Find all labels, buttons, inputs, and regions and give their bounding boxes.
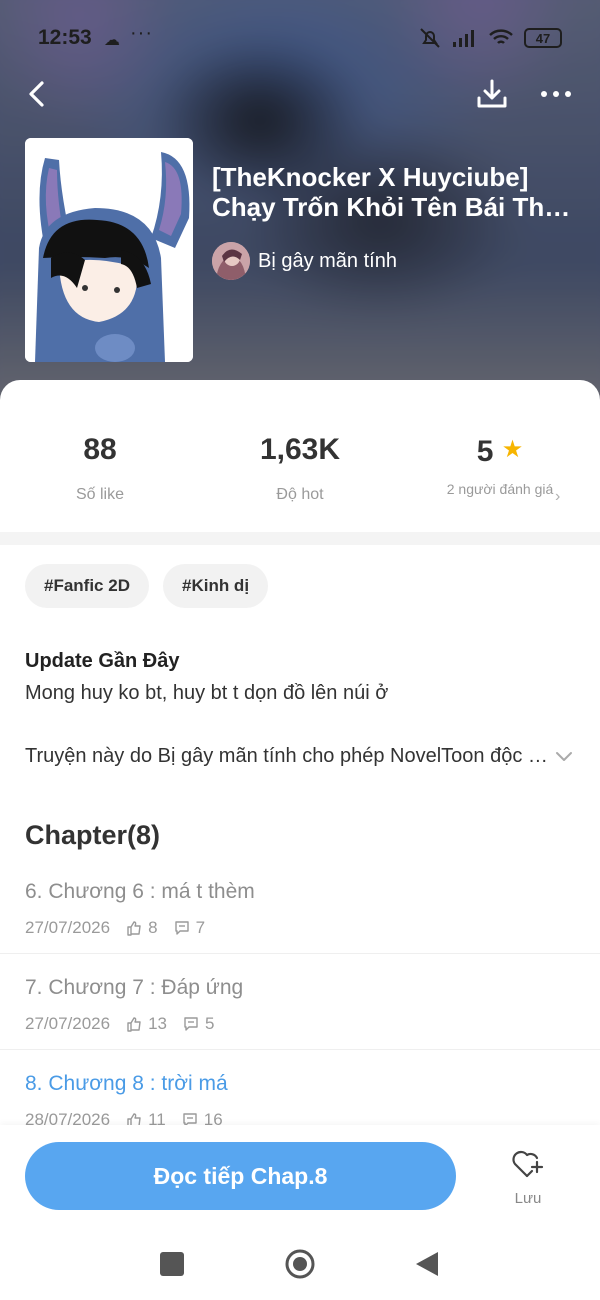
chapter-likes: 13 xyxy=(148,1014,168,1033)
tag-list: #Fanfic 2D #Kinh dị xyxy=(25,564,269,608)
chapter-comments: 7 xyxy=(195,918,206,937)
author-avatar xyxy=(212,242,250,280)
book-stats: 88 Số like 1,63K Độ hot 5 ★ 2 người đánh… xyxy=(0,430,600,530)
mute-icon xyxy=(420,28,440,48)
continue-reading-button[interactable]: Đọc tiếp Chap.8 xyxy=(25,1142,456,1210)
like-icon xyxy=(127,921,141,936)
chapter-title: 7. Chương 7 : Đáp ứng xyxy=(25,976,244,999)
book-title-line-1: [TheKnocker X Huyciube] xyxy=(212,162,529,192)
cloud-icon: ☁ xyxy=(104,32,120,49)
chevron-right-icon[interactable]: › xyxy=(555,488,560,506)
tag-kinh-di[interactable]: #Kinh dị xyxy=(162,564,269,608)
chapter-date: 27/07/2026 xyxy=(25,1014,111,1033)
author-link[interactable]: Bị gây mãn tính xyxy=(212,242,397,280)
comment-icon xyxy=(184,1017,198,1031)
chapter-likes: 8 xyxy=(148,918,158,937)
more-options-icon[interactable] xyxy=(538,78,574,110)
rating-value: 5 xyxy=(476,435,494,468)
nav-back-icon[interactable] xyxy=(414,1250,440,1278)
license-text[interactable]: Truyện này do Bị gây mãn tính cho phép N… xyxy=(25,745,550,768)
save-button[interactable]: Lưu xyxy=(500,1149,556,1207)
section-divider xyxy=(0,532,600,545)
chapter-date: 27/07/2026 xyxy=(25,918,111,937)
hot-stat: 1,63K Độ hot xyxy=(200,430,400,504)
battery-icon: 47 xyxy=(524,28,562,48)
download-icon[interactable] xyxy=(474,76,510,112)
comment-icon xyxy=(174,921,189,935)
chapter-list-header: Chapter(8) xyxy=(25,820,161,850)
home-icon[interactable] xyxy=(284,1248,316,1280)
author-name: Bị gây mãn tính xyxy=(258,249,397,272)
recent-update-title: Update Gần Đây xyxy=(25,650,180,672)
chapter-title: 8. Chương 8 : trời má xyxy=(25,1072,228,1095)
likes-count: 88 xyxy=(83,433,117,466)
rating-count-label: 2 người đánh giá xyxy=(446,481,554,497)
signal-icon xyxy=(453,30,474,47)
back-arrow-icon[interactable] xyxy=(22,78,54,110)
recent-apps-icon[interactable] xyxy=(160,1252,184,1276)
book-title: [TheKnocker X Huyciube] Chạy Trốn Khỏi T… xyxy=(212,162,572,222)
likes-stat: 88 Số like xyxy=(0,430,200,504)
chapter-list: 6. Chương 6 : má t thèm 27/07/2026 8 7 7… xyxy=(0,858,600,1146)
bottom-action-bar: Đọc tiếp Chap.8 Lưu xyxy=(0,1125,600,1230)
status-time: 12:53 xyxy=(38,26,92,49)
status-bar: 12:53 ☁ ··· 47 xyxy=(0,18,600,58)
tag-fanfic-2d[interactable]: #Fanfic 2D xyxy=(25,564,149,608)
book-cover-image xyxy=(25,138,193,362)
book-title-line-2: Chạy Trốn Khỏi Tên Bái Thi... xyxy=(212,192,572,222)
like-icon xyxy=(127,1017,141,1032)
rating-stat[interactable]: 5 ★ 2 người đánh giá xyxy=(400,430,600,498)
wifi-icon xyxy=(489,29,513,44)
system-navigation-bar xyxy=(0,1230,600,1300)
chapter-item[interactable]: 7. Chương 7 : Đáp ứng 27/07/2026 13 5 xyxy=(0,954,600,1050)
chapter-title: 6. Chương 6 : má t thèm xyxy=(25,880,255,903)
hot-count: 1,63K xyxy=(259,433,341,466)
save-label: Lưu xyxy=(514,1190,542,1207)
chapter-item[interactable]: 6. Chương 6 : má t thèm 27/07/2026 8 7 xyxy=(0,858,600,954)
star-icon: ★ xyxy=(501,436,524,463)
chapter-comments: 5 xyxy=(205,1014,215,1033)
chevron-down-icon[interactable] xyxy=(553,746,575,766)
more-notifications-icon: ··· xyxy=(130,22,153,44)
battery-level: 47 xyxy=(535,30,551,46)
hot-label: Độ hot xyxy=(276,486,324,503)
recent-update-text: Mong huy ko bt, huy bt t dọn đồ lên núi … xyxy=(25,682,389,704)
likes-label: Số like xyxy=(75,486,125,503)
heart-plus-icon xyxy=(512,1150,544,1178)
